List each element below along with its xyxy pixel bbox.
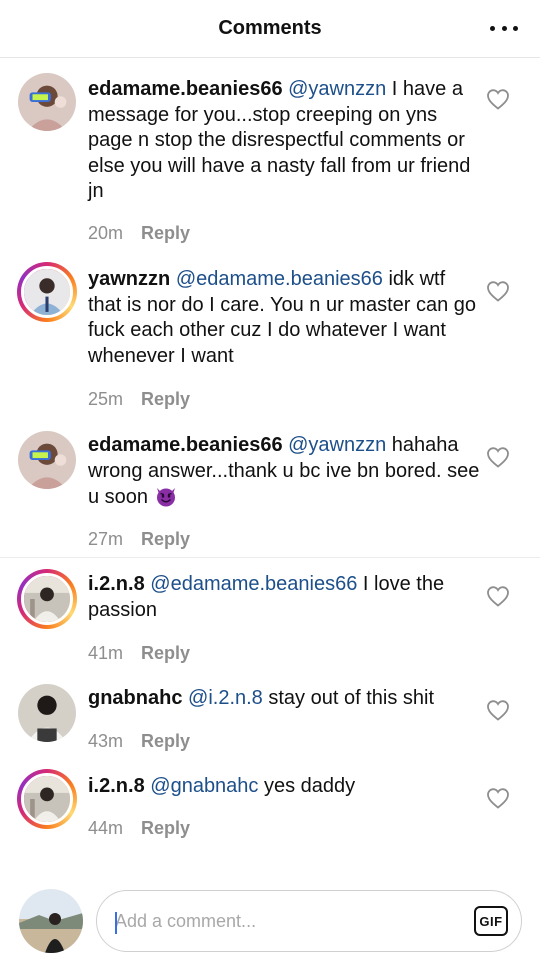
comment-mention[interactable]: @yawnzzn bbox=[288, 78, 386, 100]
comment-username[interactable]: yawnzzn bbox=[88, 268, 170, 290]
comment-meta: 27m Reply bbox=[88, 529, 190, 550]
comment-meta: 43m Reply bbox=[88, 731, 190, 752]
comments-screen: Comments edamame.beanies66 @yawnzzn I ha… bbox=[0, 0, 540, 960]
heart-icon[interactable] bbox=[486, 699, 510, 721]
comment-time: 27m bbox=[88, 529, 124, 549]
comment-body: edamame.beanies66 @yawnzzn I have a mess… bbox=[88, 77, 480, 205]
comment-meta: 20m Reply bbox=[88, 223, 190, 244]
comment-input[interactable] bbox=[115, 910, 435, 932]
avatar-story-ring[interactable] bbox=[17, 769, 77, 829]
comment-meta: 44m Reply bbox=[88, 818, 190, 839]
comment-username[interactable]: edamame.beanies66 bbox=[88, 78, 283, 100]
more-options-icon[interactable] bbox=[490, 18, 518, 38]
reply-button[interactable]: Reply bbox=[141, 529, 190, 550]
comment-mention[interactable]: @gnabnahc bbox=[150, 775, 258, 797]
reply-button[interactable]: Reply bbox=[141, 818, 190, 839]
comment-time: 44m bbox=[88, 818, 124, 838]
heart-icon[interactable] bbox=[486, 280, 510, 302]
text-cursor bbox=[115, 912, 117, 934]
header-bar: Comments bbox=[0, 0, 540, 58]
comment-text: yes daddy bbox=[258, 775, 356, 797]
comment-username[interactable]: i.2.n.8 bbox=[88, 775, 145, 797]
avatar[interactable] bbox=[17, 430, 77, 490]
reply-button[interactable]: Reply bbox=[141, 731, 190, 752]
comment-username[interactable]: i.2.n.8 bbox=[88, 573, 145, 595]
heart-icon[interactable] bbox=[486, 787, 510, 809]
comment-mention[interactable]: @edamame.beanies66 bbox=[176, 268, 383, 290]
comment-body: i.2.n.8 @edamame.beanies66 I love the pa… bbox=[88, 572, 480, 623]
comment-username[interactable]: gnabnahc bbox=[88, 687, 182, 709]
reply-button[interactable]: Reply bbox=[141, 223, 190, 244]
section-divider bbox=[0, 557, 540, 558]
comment-text: stay out of this shit bbox=[262, 687, 435, 709]
avatar[interactable] bbox=[17, 683, 77, 743]
comment-mention[interactable]: @i.2.n.8 bbox=[188, 687, 263, 709]
comment-time: 25m bbox=[88, 389, 124, 409]
comment-meta: 25m Reply bbox=[88, 389, 190, 410]
comment-mention[interactable]: @yawnzzn bbox=[288, 434, 386, 456]
comment-meta: 41m Reply bbox=[88, 643, 190, 664]
avatar[interactable] bbox=[17, 72, 77, 132]
comment-body: yawnzzn @edamame.beanies66 idk wtf that … bbox=[88, 267, 480, 369]
heart-icon[interactable] bbox=[486, 446, 510, 468]
avatar bbox=[21, 573, 73, 625]
comment-time: 43m bbox=[88, 731, 124, 751]
comment-input-box[interactable] bbox=[96, 890, 522, 952]
avatar bbox=[21, 266, 73, 318]
gif-button[interactable]: GIF bbox=[474, 906, 508, 936]
heart-icon[interactable] bbox=[486, 88, 510, 110]
reply-button[interactable]: Reply bbox=[141, 643, 190, 664]
comment-body: edamame.beanies66 @yawnzzn hahaha wrong … bbox=[88, 433, 480, 511]
comment-time: 20m bbox=[88, 223, 124, 243]
avatar bbox=[21, 773, 73, 825]
current-user-avatar bbox=[19, 889, 83, 953]
page-title: Comments bbox=[218, 17, 322, 39]
comment-mention[interactable]: @edamame.beanies66 bbox=[150, 573, 357, 595]
comment-time: 41m bbox=[88, 643, 124, 663]
heart-icon[interactable] bbox=[486, 585, 510, 607]
comment-username[interactable]: edamame.beanies66 bbox=[88, 434, 283, 456]
comment-body: i.2.n.8 @gnabnahc yes daddy bbox=[88, 774, 480, 800]
reply-button[interactable]: Reply bbox=[141, 389, 190, 410]
smiling-devil-emoji-icon bbox=[154, 484, 178, 508]
avatar-story-ring[interactable] bbox=[17, 262, 77, 322]
avatar-story-ring[interactable] bbox=[17, 569, 77, 629]
comment-body: gnabnahc @i.2.n.8 stay out of this shit bbox=[88, 686, 480, 712]
